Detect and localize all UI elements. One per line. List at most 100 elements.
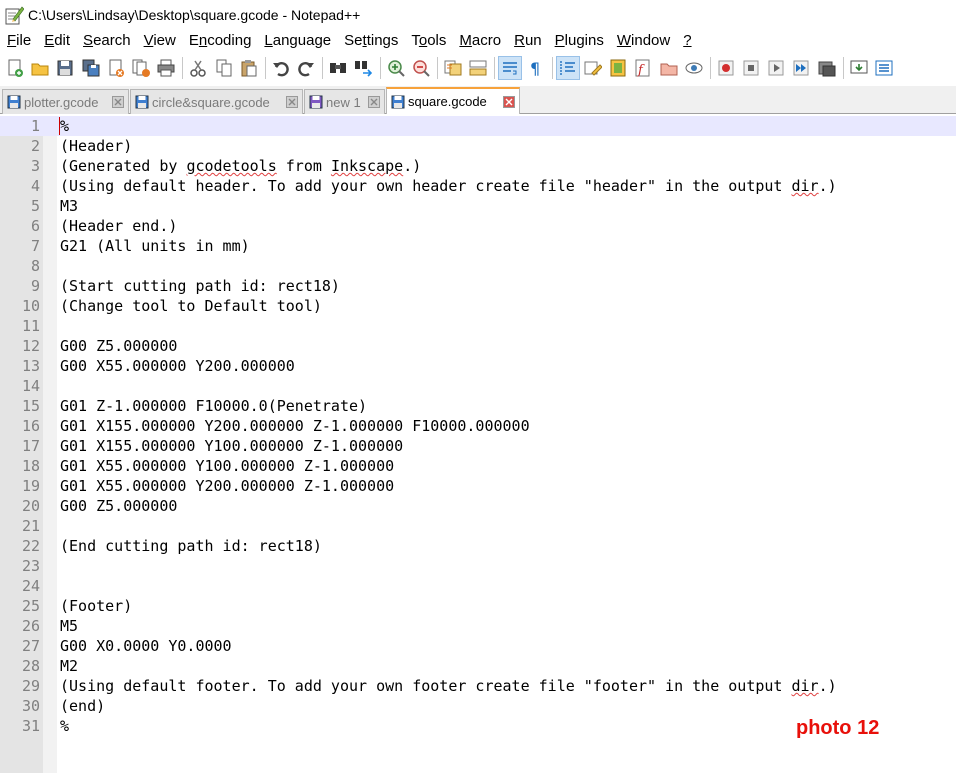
folder-workspace-button[interactable] — [658, 57, 680, 79]
line-text[interactable]: (Using default header. To add your own h… — [60, 176, 837, 196]
editor-line[interactable]: 23 — [0, 556, 956, 576]
tab-close-icon[interactable] — [368, 96, 380, 108]
editor-line[interactable]: 15 G01 Z-1.000000 F10000.0(Penetrate) — [0, 396, 956, 416]
undo-button[interactable] — [270, 57, 292, 79]
line-text[interactable]: (End cutting path id: rect18) — [60, 536, 322, 556]
stop-macro-button[interactable] — [740, 57, 762, 79]
menu-item-5[interactable]: Language — [257, 30, 337, 52]
line-text[interactable]: G01 X155.000000 Y200.000000 Z-1.000000 F… — [60, 416, 530, 436]
zoom-in-button[interactable] — [385, 57, 407, 79]
close-all-button[interactable] — [130, 57, 152, 79]
editor-line[interactable]: 1% — [0, 116, 956, 136]
cut-button[interactable] — [187, 57, 209, 79]
editor-line[interactable]: 5 M3 — [0, 196, 956, 216]
editor-line[interactable]: 29 (Using default footer. To add your own… — [0, 676, 956, 696]
play-macro-button[interactable] — [765, 57, 787, 79]
function-list-button[interactable]: f — [632, 57, 654, 79]
editor-line[interactable]: 7 G21 (All units in mm) — [0, 236, 956, 256]
line-text[interactable]: G00 Z5.000000 — [60, 496, 177, 516]
editor-line[interactable]: 6 (Header end.) — [0, 216, 956, 236]
line-text[interactable]: G01 X55.000000 Y100.000000 Z-1.000000 — [60, 456, 394, 476]
save-button[interactable] — [54, 57, 76, 79]
editor-line[interactable]: 24 — [0, 576, 956, 596]
line-text[interactable]: (Header) — [60, 136, 132, 156]
line-text[interactable]: (Using default footer. To add your own f… — [60, 676, 837, 696]
notepadpp-app-icon[interactable] — [4, 5, 24, 25]
line-text[interactable]: (Header end.) — [60, 216, 177, 236]
editor-line[interactable]: 28 M2 — [0, 656, 956, 676]
editor-line[interactable]: 27 G00 X0.0000 Y0.0000 — [0, 636, 956, 656]
find-button[interactable] — [327, 57, 349, 79]
editor-line[interactable]: 30 (end) — [0, 696, 956, 716]
editor-line[interactable]: 16 G01 X155.000000 Y200.000000 Z-1.000000… — [0, 416, 956, 436]
line-text[interactable]: (Footer) — [60, 596, 132, 616]
tab-close-icon[interactable] — [112, 96, 124, 108]
tab-3[interactable]: square.gcode — [386, 87, 520, 114]
line-text[interactable]: G21 (All units in mm) — [60, 236, 250, 256]
editor-line[interactable]: 8 — [0, 256, 956, 276]
menu-item-4[interactable]: Encoding — [182, 30, 258, 52]
menu-item-3[interactable]: View — [137, 30, 182, 52]
line-text[interactable]: (Start cutting path id: rect18) — [60, 276, 340, 296]
line-text[interactable]: % — [60, 116, 69, 136]
show-all-chars-button[interactable]: ¶ — [525, 57, 547, 79]
line-text[interactable]: G01 Z-1.000000 F10000.0(Penetrate) — [60, 396, 367, 416]
editor-line[interactable]: 22 (End cutting path id: rect18) — [0, 536, 956, 556]
line-text[interactable]: M3 — [60, 196, 78, 216]
menu-item-1[interactable]: Edit — [37, 30, 76, 52]
line-text[interactable]: M5 — [60, 616, 78, 636]
menu-item-6[interactable]: Settings — [337, 30, 404, 52]
menu-item-12[interactable]: ? — [676, 30, 697, 52]
run-macro-multiple-button[interactable] — [790, 57, 812, 79]
spell-check-button[interactable] — [873, 57, 895, 79]
print-button[interactable] — [155, 57, 177, 79]
tab-close-icon[interactable] — [503, 95, 515, 108]
udl-button[interactable] — [582, 57, 604, 79]
menu-item-2[interactable]: Search — [76, 30, 137, 52]
editor-line[interactable]: 14 — [0, 376, 956, 396]
redo-button[interactable] — [295, 57, 317, 79]
line-text[interactable]: G01 X155.000000 Y100.000000 Z-1.000000 — [60, 436, 403, 456]
line-text[interactable]: (Change tool to Default tool) — [60, 296, 322, 316]
sync-horizontal-button[interactable] — [467, 57, 489, 79]
editor-line[interactable]: 4 (Using default header. To add your own … — [0, 176, 956, 196]
menu-item-8[interactable]: Macro — [452, 30, 507, 52]
editor-line[interactable]: 20 G00 Z5.000000 — [0, 496, 956, 516]
launch-button[interactable] — [848, 57, 870, 79]
editor-line[interactable]: 17 G01 X155.000000 Y100.000000 Z-1.000000 — [0, 436, 956, 456]
monitoring-button[interactable] — [683, 57, 705, 79]
editor-line[interactable]: 19 G01 X55.000000 Y200.000000 Z-1.000000 — [0, 476, 956, 496]
record-macro-button[interactable] — [715, 57, 737, 79]
line-text[interactable]: M2 — [60, 656, 78, 676]
sync-vertical-button[interactable] — [442, 57, 464, 79]
open-file-button[interactable] — [29, 57, 51, 79]
indent-guide-button[interactable] — [555, 56, 580, 80]
editor-line[interactable]: 18 G01 X55.000000 Y100.000000 Z-1.000000 — [0, 456, 956, 476]
editor-line[interactable]: 13 G00 X55.000000 Y200.000000 — [0, 356, 956, 376]
editor-line[interactable]: 2 (Header) — [0, 136, 956, 156]
menu-item-11[interactable]: Window — [610, 30, 676, 52]
tab-2[interactable]: new 1 — [304, 89, 385, 114]
paste-button[interactable] — [238, 57, 260, 79]
replace-button[interactable] — [352, 57, 374, 79]
editor-line[interactable]: 11 — [0, 316, 956, 336]
line-text[interactable]: G00 Z5.000000 — [60, 336, 177, 356]
tab-1[interactable]: circle&square.gcode — [130, 89, 303, 114]
menu-item-9[interactable]: Run — [507, 30, 548, 52]
tab-0[interactable]: plotter.gcode — [2, 89, 129, 114]
menu-item-7[interactable]: Tools — [404, 30, 452, 52]
editor-line[interactable]: 9 (Start cutting path id: rect18) — [0, 276, 956, 296]
copy-button[interactable] — [213, 57, 235, 79]
close-button[interactable] — [105, 57, 127, 79]
editor-line[interactable]: 21 — [0, 516, 956, 536]
menu-item-10[interactable]: Plugins — [548, 30, 610, 52]
editor-line[interactable]: 12 G00 Z5.000000 — [0, 336, 956, 356]
zoom-out-button[interactable] — [410, 57, 432, 79]
tab-close-icon[interactable] — [286, 96, 298, 108]
line-text[interactable]: (Generated by gcodetools from Inkscape.) — [60, 156, 421, 176]
save-macro-button[interactable] — [816, 57, 838, 79]
line-text[interactable]: % — [60, 716, 69, 736]
document-map-button[interactable] — [607, 57, 629, 79]
editor[interactable]: 1% 2 (Header) 3 (Generated by gcodetools fro… — [0, 116, 956, 773]
line-text[interactable]: G00 X0.0000 Y0.0000 — [60, 636, 232, 656]
